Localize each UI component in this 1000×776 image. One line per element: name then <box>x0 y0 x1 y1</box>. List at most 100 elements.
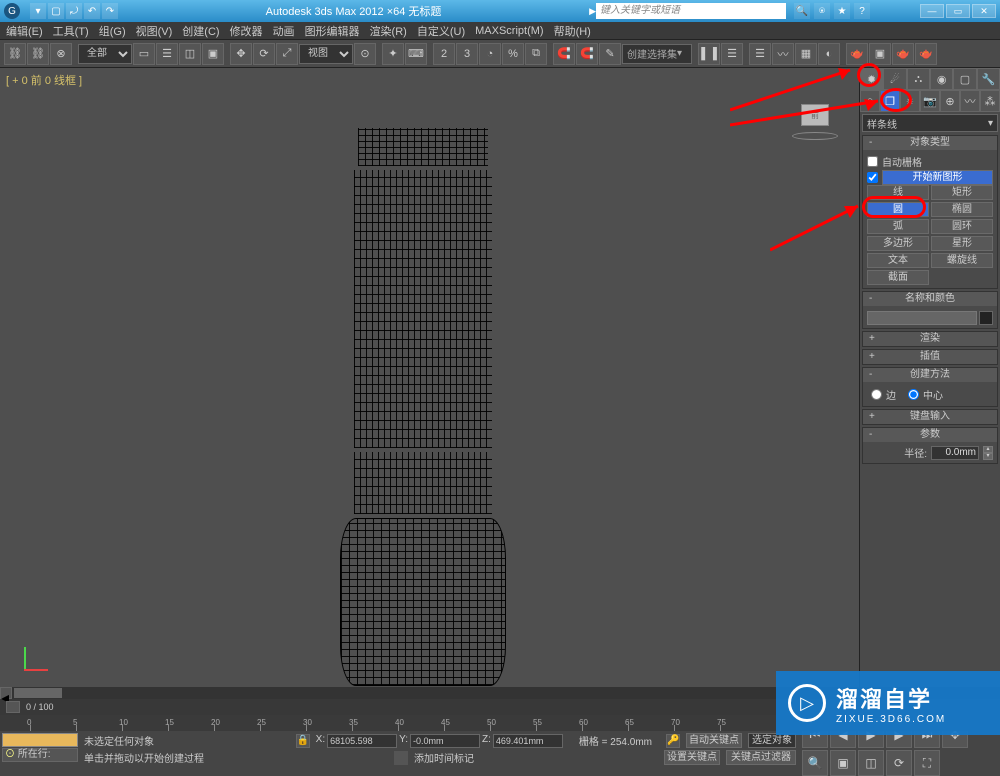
close-button[interactable]: ✕ <box>972 4 996 18</box>
curve-editor-icon[interactable]: 〰 <box>772 43 794 65</box>
menu-modifiers[interactable]: 修改器 <box>230 23 263 39</box>
tab-utilities-icon[interactable]: 🔧 <box>977 68 1000 90</box>
nav-fov-icon[interactable]: ◫ <box>858 750 884 776</box>
script-mini[interactable] <box>2 733 78 747</box>
object-name-input[interactable] <box>867 311 977 325</box>
color-swatch[interactable] <box>979 311 993 325</box>
add-marker[interactable]: 添加时间标记 <box>414 750 474 765</box>
subtab-space-icon[interactable]: 〰 <box>960 90 980 112</box>
obj-helix[interactable]: 螺旋线 <box>931 253 993 268</box>
qat-undo-icon[interactable]: ↶ <box>84 3 100 19</box>
coord-z[interactable]: 469.401mm <box>493 734 563 748</box>
tab-modify-icon[interactable]: ☄ <box>883 68 906 90</box>
layers-icon[interactable]: ☰ <box>749 43 771 65</box>
method-edge-radio[interactable] <box>871 389 882 400</box>
move-icon[interactable]: ✥ <box>230 43 252 65</box>
spinner-snap-icon[interactable]: ⧉ <box>525 43 547 65</box>
tab-hierarchy-icon[interactable]: ⛬ <box>907 68 930 90</box>
qat-save-icon[interactable]: ⤾ <box>66 3 82 19</box>
center-icon[interactable]: ⊙ <box>354 43 376 65</box>
bind-icon[interactable]: ⊗ <box>50 43 72 65</box>
render-setup-icon[interactable]: 🫖 <box>846 43 868 65</box>
coord-y[interactable]: -0.0mm <box>410 734 480 748</box>
tab-motion-icon[interactable]: ◉ <box>930 68 953 90</box>
subtab-systems-icon[interactable]: ⁂ <box>980 90 1000 112</box>
subtab-cameras-icon[interactable]: 📷 <box>920 90 940 112</box>
help-icon[interactable]: ? <box>854 3 870 19</box>
setkey-button[interactable]: 设置关键点 <box>664 750 720 765</box>
star-icon[interactable]: ★ <box>834 3 850 19</box>
align-icon[interactable]: ☰ <box>721 43 743 65</box>
now-row[interactable]: ⊙ 所在行: <box>2 748 78 762</box>
select-region-icon[interactable]: ◫ <box>179 43 201 65</box>
help-search-input[interactable]: 键入关键字或短语 <box>596 3 786 19</box>
unlink-icon[interactable]: ⛓ <box>27 43 49 65</box>
app-icon[interactable]: G <box>4 3 20 19</box>
minimize-button[interactable]: — <box>920 4 944 18</box>
key-icon[interactable]: 🔑 <box>666 734 680 748</box>
maximize-button[interactable]: ▭ <box>946 4 970 18</box>
link-icon[interactable]: ⛓ <box>4 43 26 65</box>
edit-named-icon[interactable]: ✎ <box>599 43 621 65</box>
search-icon[interactable]: 🔍 <box>794 3 810 19</box>
render-prod-icon[interactable]: 🫖 <box>915 43 937 65</box>
snap-3d-icon[interactable]: 3 <box>456 43 478 65</box>
nav-orbit-icon[interactable]: ⟳ <box>886 750 912 776</box>
rotate-icon[interactable]: ⟳ <box>253 43 275 65</box>
schematic-icon[interactable]: ▦ <box>795 43 817 65</box>
rollout-header[interactable]: -对象类型 <box>863 136 997 150</box>
ref-coord[interactable]: 视图 <box>299 44 353 64</box>
menu-maxscript[interactable]: MAXScript(M) <box>475 25 543 37</box>
viewcube[interactable]: 前 <box>795 104 835 138</box>
coord-x[interactable]: 68105.598 <box>327 734 397 748</box>
select-name-icon[interactable]: ☰ <box>156 43 178 65</box>
tab-display-icon[interactable]: ▢ <box>953 68 976 90</box>
qat-open-icon[interactable]: ▢ <box>48 3 64 19</box>
obj-rect[interactable]: 矩形 <box>931 185 993 200</box>
material-icon[interactable]: ◐ <box>818 43 840 65</box>
obj-ellipse[interactable]: 椭圆 <box>931 202 993 217</box>
magnet-icon[interactable]: 🧲 <box>553 43 575 65</box>
nav-zoomext-icon[interactable]: ▣ <box>830 750 856 776</box>
lock-icon[interactable]: 🔒 <box>296 734 310 748</box>
menu-view[interactable]: 视图(V) <box>136 23 173 39</box>
method-center-radio[interactable] <box>908 389 919 400</box>
spinner-down-icon[interactable]: ▾ <box>983 453 993 460</box>
menu-help[interactable]: 帮助(H) <box>554 23 591 39</box>
mirror-icon[interactable]: ▌▐ <box>698 43 720 65</box>
shape-category-dropdown[interactable]: 样条线▾ <box>862 114 998 132</box>
qat-new-icon[interactable]: ▾ <box>30 3 46 19</box>
menu-graph[interactable]: 图形编辑器 <box>305 23 360 39</box>
obj-line[interactable]: 线 <box>867 185 929 200</box>
obj-section[interactable]: 截面 <box>867 270 929 285</box>
radius-input[interactable]: 0.0mm <box>931 446 979 460</box>
obj-star[interactable]: 星形 <box>931 236 993 251</box>
menu-create[interactable]: 创建(C) <box>182 23 219 39</box>
menu-custom[interactable]: 自定义(U) <box>417 23 465 39</box>
angle-snap-icon[interactable]: ◔ <box>479 43 501 65</box>
nav-maximize-icon[interactable]: ⛶ <box>914 750 940 776</box>
percent-snap-icon[interactable]: % <box>502 43 524 65</box>
subtab-lights-icon[interactable]: ☼ <box>900 90 920 112</box>
startnew-checkbox[interactable] <box>867 172 878 183</box>
menu-animation[interactable]: 动画 <box>273 23 295 39</box>
obj-ngon[interactable]: 多边形 <box>867 236 929 251</box>
track-toggle-icon[interactable] <box>6 701 20 713</box>
manip-icon[interactable]: ✦ <box>382 43 404 65</box>
subtab-shapes-icon[interactable]: ❐ <box>880 90 900 112</box>
startnew-button[interactable]: 开始新图形 <box>882 170 993 185</box>
scale-icon[interactable]: ⤢ <box>276 43 298 65</box>
subtab-geometry-icon[interactable]: ○ <box>860 90 880 112</box>
selection-filter[interactable]: 全部 <box>78 44 132 64</box>
kbd-icon[interactable]: ⌨ <box>405 43 427 65</box>
menu-group[interactable]: 组(G) <box>99 23 126 39</box>
spinner-up-icon[interactable]: ▴ <box>983 446 993 453</box>
qat-redo-icon[interactable]: ↷ <box>102 3 118 19</box>
selkey-dropdown[interactable]: 选定对象 <box>748 733 796 748</box>
obj-donut[interactable]: 圆环 <box>931 219 993 234</box>
obj-text[interactable]: 文本 <box>867 253 929 268</box>
window-crossing-icon[interactable]: ▣ <box>202 43 224 65</box>
signin-icon[interactable]: ⍟ <box>814 3 830 19</box>
viewport-front[interactable]: [ + 0 前 0 线框 ] 前 <box>0 68 860 687</box>
named-selection[interactable]: 创建选择集▾ <box>622 44 692 64</box>
